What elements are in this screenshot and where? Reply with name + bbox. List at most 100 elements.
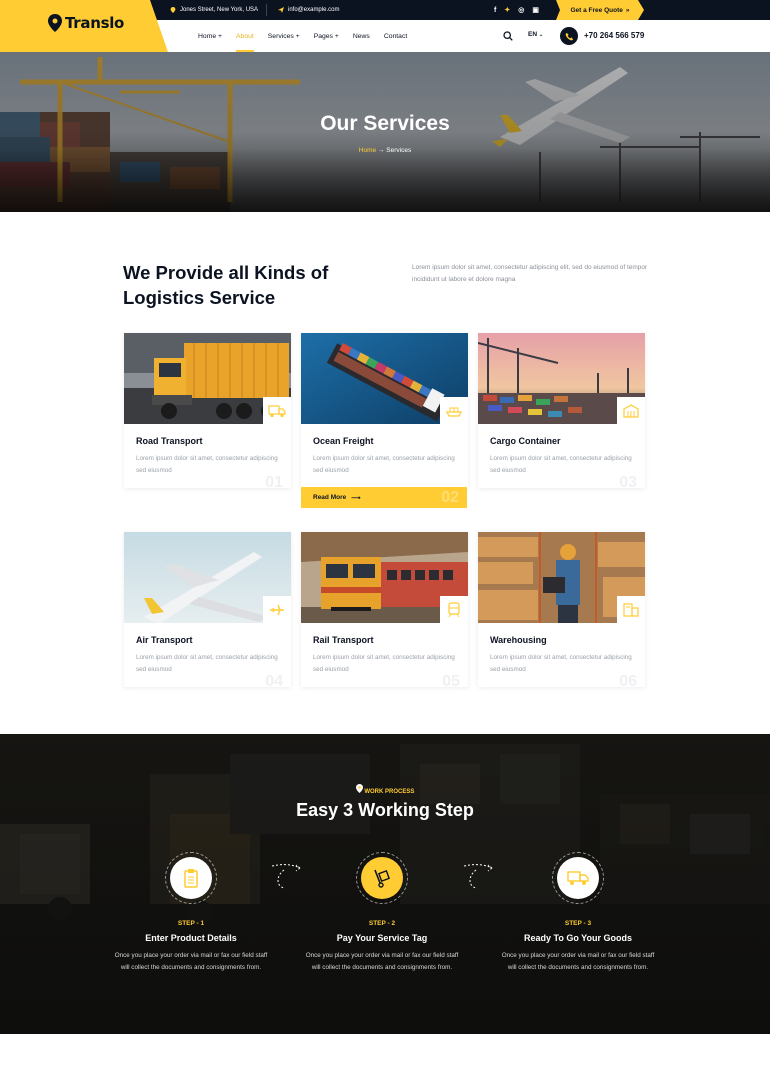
ship-icon: [440, 397, 468, 425]
logo-text: Translo: [65, 14, 125, 32]
curved-arrow-icon: [271, 864, 301, 889]
arrow-right-icon: ⟶: [351, 494, 361, 502]
truck-icon: [263, 397, 291, 425]
step-icon-ring: [356, 852, 408, 904]
language-label: EN: [528, 31, 538, 38]
boxes-icon: [617, 596, 645, 624]
train-icon: [440, 596, 468, 624]
nav-item-label: News: [352, 32, 370, 40]
search-icon[interactable]: [503, 31, 513, 41]
nav-item-label: Home +: [198, 32, 222, 40]
service-title[interactable]: Cargo Container: [490, 436, 561, 446]
hand-truck-icon: [361, 857, 403, 899]
topbar-divider: [266, 4, 267, 16]
work-process-section: WORK PROCESS Easy 3 Working Step STEP - …: [0, 734, 770, 1034]
logo[interactable]: Translo: [48, 14, 124, 32]
nav-item-label: About: [236, 32, 254, 40]
address-info: Jones Street, New York, USA: [170, 0, 258, 20]
nav-item-pages[interactable]: Pages +: [314, 20, 339, 52]
warehouse-icon: [617, 397, 645, 425]
service-number: 03: [619, 474, 637, 491]
step-label: STEP - 3: [564, 920, 592, 927]
read-more-button[interactable]: Read More ⟶ 02: [301, 487, 467, 508]
step-title: Enter Product Details: [145, 933, 237, 943]
chevron-down-icon: ⌄: [538, 32, 544, 38]
twitter-icon[interactable]: ✦: [504, 6, 510, 14]
curved-arrow-icon: [463, 864, 493, 889]
section-title: Easy 3 Working Step: [296, 800, 474, 820]
service-description: Lorem ipsum dolor sit amet, consectetur …: [490, 654, 632, 673]
get-quote-button[interactable]: Get a Free Quote »: [556, 0, 644, 20]
service-card-air-transport[interactable]: Air Transport Lorem ipsum dolor sit amet…: [124, 532, 291, 690]
service-description: Lorem ipsum dolor sit amet, consectetur …: [136, 654, 278, 673]
quote-label: Get a Free Quote: [570, 6, 623, 14]
email-info[interactable]: info@example.com: [278, 0, 339, 20]
service-description: Lorem ipsum dolor sit amet, consectetur …: [136, 455, 278, 474]
section-tag: WORK PROCESS: [0, 784, 770, 795]
social-links: f ✦ ◎ ▣: [494, 0, 539, 20]
location-pin-icon: [355, 784, 363, 793]
page-hero: Our Services Home → Services: [0, 52, 770, 212]
email-text[interactable]: info@example.com: [288, 7, 339, 13]
step-label: STEP - 1: [177, 920, 205, 927]
address-text: Jones Street, New York, USA: [180, 7, 259, 13]
service-title[interactable]: Air Transport: [136, 635, 193, 645]
step-title: Ready To Go Your Goods: [523, 933, 632, 943]
nav-menu: Home + About Services + Pages + News Con…: [198, 20, 421, 52]
step-icon-ring: [165, 852, 217, 904]
service-number: 04: [265, 673, 283, 690]
nav-item-label: Contact: [383, 32, 408, 40]
language-selector[interactable]: EN ⌄: [528, 31, 543, 38]
double-chevron-right-icon: »: [625, 6, 630, 14]
nav-item-contact[interactable]: Contact: [384, 20, 407, 52]
step-description: Once you place your order via mail or fa…: [501, 952, 655, 971]
section-title: We Provide all Kinds of Logistics Servic…: [123, 262, 329, 308]
service-title[interactable]: Road Transport: [136, 436, 203, 446]
service-description: Lorem ipsum dolor sit amet, consectetur …: [313, 455, 455, 474]
step-description: Once you place your order via mail or fa…: [114, 952, 268, 971]
service-title[interactable]: Ocean Freight: [313, 436, 374, 446]
section-tag-label: WORK PROCESS: [364, 789, 415, 795]
facebook-icon[interactable]: f: [494, 7, 496, 14]
location-pin-icon: [48, 14, 62, 32]
breadcrumb-current: Services: [386, 147, 412, 154]
service-card-ocean-freight[interactable]: Ocean Freight Lorem ipsum dolor sit amet…: [301, 333, 468, 488]
clipboard-icon: [170, 857, 212, 899]
service-number: 06: [619, 673, 637, 690]
linkedin-icon[interactable]: ▣: [532, 6, 539, 14]
service-number: 02: [441, 489, 459, 506]
service-title[interactable]: Warehousing: [490, 635, 547, 645]
phone-icon: [560, 27, 578, 45]
breadcrumb: Home → Services: [0, 147, 770, 154]
nav-item-label: Services +: [267, 32, 300, 40]
service-card-rail-transport[interactable]: Rail Transport Lorem ipsum dolor sit ame…: [301, 532, 468, 690]
read-more-label: Read More: [313, 494, 347, 501]
service-card-road-transport[interactable]: Road Transport Lorem ipsum dolor sit ame…: [124, 333, 291, 491]
service-description: Lorem ipsum dolor sit amet, consectetur …: [313, 654, 455, 673]
service-description: Lorem ipsum dolor sit amet, consectetur …: [490, 455, 632, 474]
service-number: 05: [442, 673, 460, 690]
instagram-icon[interactable]: ◎: [518, 6, 524, 14]
nav-item-news[interactable]: News: [353, 20, 370, 52]
arrow-right-icon: →: [377, 147, 385, 154]
section-description: Lorem ipsum dolor sit amet, consectetur …: [412, 264, 648, 283]
step-icon-ring: [552, 852, 604, 904]
step-description: Once you place your order via mail or fa…: [305, 952, 459, 971]
send-icon: [278, 7, 284, 13]
phone-number[interactable]: +70 264 566 579: [584, 31, 644, 40]
page-title: Our Services: [320, 112, 450, 135]
map-pin-icon: [170, 7, 176, 13]
plane-icon: [263, 596, 291, 624]
service-card-cargo-container[interactable]: Cargo Container Lorem ipsum dolor sit am…: [478, 333, 645, 491]
nav-item-services[interactable]: Services +: [268, 20, 300, 52]
delivery-truck-icon: [557, 857, 599, 899]
step-label: STEP - 2: [368, 920, 396, 927]
breadcrumb-home[interactable]: Home: [359, 147, 376, 154]
nav-item-home[interactable]: Home +: [198, 20, 222, 52]
nav-item-label: Pages +: [313, 32, 339, 40]
service-number: 01: [265, 474, 283, 491]
service-card-warehousing[interactable]: Warehousing Lorem ipsum dolor sit amet, …: [478, 532, 645, 690]
service-title[interactable]: Rail Transport: [313, 635, 374, 645]
nav-item-about[interactable]: About: [236, 20, 254, 52]
step-title: Pay Your Service Tag: [336, 933, 428, 943]
